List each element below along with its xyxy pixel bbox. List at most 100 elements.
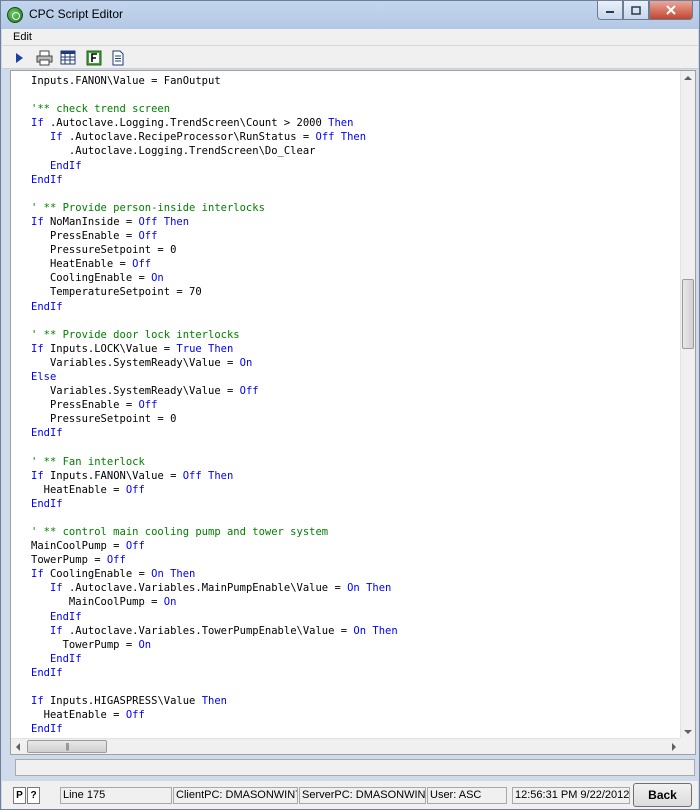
code-line[interactable]: If Inputs.FANON\Value = Off Then [31,469,681,483]
code-line[interactable]: TowerPump = On [31,638,681,652]
code-line[interactable] [31,511,681,525]
code-line[interactable]: Variables.SystemReady\Value = Off [31,384,681,398]
code-text: TowerPump = [31,638,139,651]
scroll-right-icon[interactable] [672,743,676,751]
code-keyword: On [163,596,177,609]
code-line[interactable]: EndIf [31,666,681,680]
code-line[interactable]: EndIf [31,652,681,666]
code-editor[interactable]: Inputs.FANON\Value = FanOutput '** check… [10,70,696,755]
code-line[interactable]: If CoolingEnable = On Then [31,567,681,581]
code-text: Inputs.LOCK\Value = [43,342,177,355]
code-line[interactable] [31,187,681,201]
code-line[interactable]: PressureSetpoint = 0 [31,243,681,257]
code-line[interactable]: Variables.SystemReady\Value = On [31,356,681,370]
code-line[interactable]: '** check trend screen [31,102,681,116]
code-keyword: EndIf [31,427,63,440]
code-line[interactable]: TowerPump = Off [31,553,681,567]
back-button[interactable]: Back [633,783,692,807]
code-keyword: If [31,469,44,482]
code-keyword: Off [106,554,126,567]
code-line[interactable]: EndIf [31,159,681,173]
code-line[interactable]: PressEnable = Off [31,229,681,243]
code-line[interactable] [31,314,681,328]
code-line[interactable]: If .Autoclave.Variables.MainPumpEnable\V… [31,581,681,595]
code-line[interactable]: EndIf [31,173,681,187]
code-keyword: EndIf [31,666,63,679]
code-keyword: EndIf [31,723,63,736]
code-text: PressureSetpoint = 0 [31,244,177,257]
code-line[interactable]: .Autoclave.Logging.TrendScreen\Do_Clear [31,144,681,158]
code-keyword: On [151,272,164,285]
code-line[interactable]: ' ** Fan interlock [31,455,681,469]
horizontal-scrollbar[interactable]: ||| [11,738,681,754]
function-button[interactable] [84,48,103,67]
code-line[interactable]: HeatEnable = Off [31,257,681,271]
code-line[interactable]: ' ** Provide door lock interlocks [31,328,681,342]
code-keyword: Else [31,370,57,383]
code-line[interactable]: If .Autoclave.Logging.TrendScreen\Count … [31,116,681,130]
menu-edit[interactable]: Edit [13,31,32,43]
code-line[interactable]: EndIf [31,497,681,511]
minimize-button[interactable] [597,1,623,20]
code-line[interactable]: CoolingEnable = On [31,271,681,285]
close-button[interactable] [649,1,693,20]
code-line[interactable]: HeatEnable = Off [31,708,681,722]
code-line[interactable]: If .Autoclave.RecipeProcessor\RunStatus … [31,130,681,144]
code-line[interactable]: If .Autoclave.Variables.TowerPumpEnable\… [31,624,681,638]
code-line[interactable]: ' ** Provide person-inside interlocks [31,201,681,215]
code-keyword: On [138,638,152,651]
help-button[interactable]: ? [27,787,40,804]
code-line[interactable]: ' ** control main cooling pump and tower… [31,525,681,539]
code-keyword: If [49,624,63,637]
p-button[interactable]: P [13,787,26,804]
code-line[interactable]: TemperatureSetpoint = 70 [31,285,681,299]
scroll-down-icon[interactable] [684,730,692,734]
code-line[interactable]: Else [31,370,681,384]
code-line[interactable] [31,680,681,694]
datetime-status: 12:56:31 PM 9/22/2012 [512,787,630,804]
code-line[interactable] [31,440,681,454]
code-line[interactable]: HeatEnable = Off [31,483,681,497]
code-keyword: EndIf [31,159,82,172]
code-line[interactable]: EndIf [31,426,681,440]
code-line[interactable]: EndIf [31,610,681,624]
code-keyword: Off [239,385,259,398]
code-line[interactable]: EndIf [31,722,681,736]
code-line[interactable]: PressureSetpoint = 0 [31,412,681,426]
app-icon [7,7,23,23]
code-line[interactable]: Inputs.FANON\Value = FanOutput [31,74,681,88]
code-text: Variables.SystemReady\Value = [31,385,240,398]
line-number-status: Line 175 [60,787,172,804]
scroll-up-icon[interactable] [684,76,692,80]
code-line[interactable] [31,88,681,102]
code-text: CoolingEnable = [43,568,152,581]
vertical-scroll-thumb[interactable] [682,279,694,349]
code-line[interactable]: If Inputs.LOCK\Value = True Then [31,342,681,356]
print-button[interactable] [35,48,54,67]
code-line[interactable]: MainCoolPump = On [31,595,681,609]
server-pc-status: ServerPC: DMASONWIN7 [299,787,426,804]
scroll-left-icon[interactable] [16,743,20,751]
code-line[interactable]: MainCoolPump = Off [31,539,681,553]
code-text: Variables.SystemReady\Value = [31,356,240,369]
run-button[interactable] [9,48,28,67]
code-comment: '** check trend screen [31,103,171,116]
function-icon [86,50,101,65]
table-button[interactable] [58,48,77,67]
print-icon [36,50,53,65]
vertical-scrollbar[interactable] [680,71,695,739]
code-text: PressEnable = [31,230,139,243]
code-line[interactable]: EndIf [31,300,681,314]
code-keyword: On Then [353,624,398,637]
code-line[interactable]: If NoManInside = Off Then [31,215,681,229]
maximize-button[interactable] [623,1,649,20]
code-text-area[interactable]: Inputs.FANON\Value = FanOutput '** check… [11,71,681,738]
maximize-icon [631,5,641,15]
table-icon [60,50,75,65]
code-comment: ' ** Provide person-inside interlocks [31,201,265,214]
menu-bar: Edit [2,29,698,46]
code-line[interactable]: PressEnable = Off [31,398,681,412]
code-line[interactable]: If Inputs.HIGASPRESS\Value Then [31,694,681,708]
horizontal-scroll-thumb[interactable]: ||| [27,740,107,753]
document-button[interactable] [108,48,127,67]
